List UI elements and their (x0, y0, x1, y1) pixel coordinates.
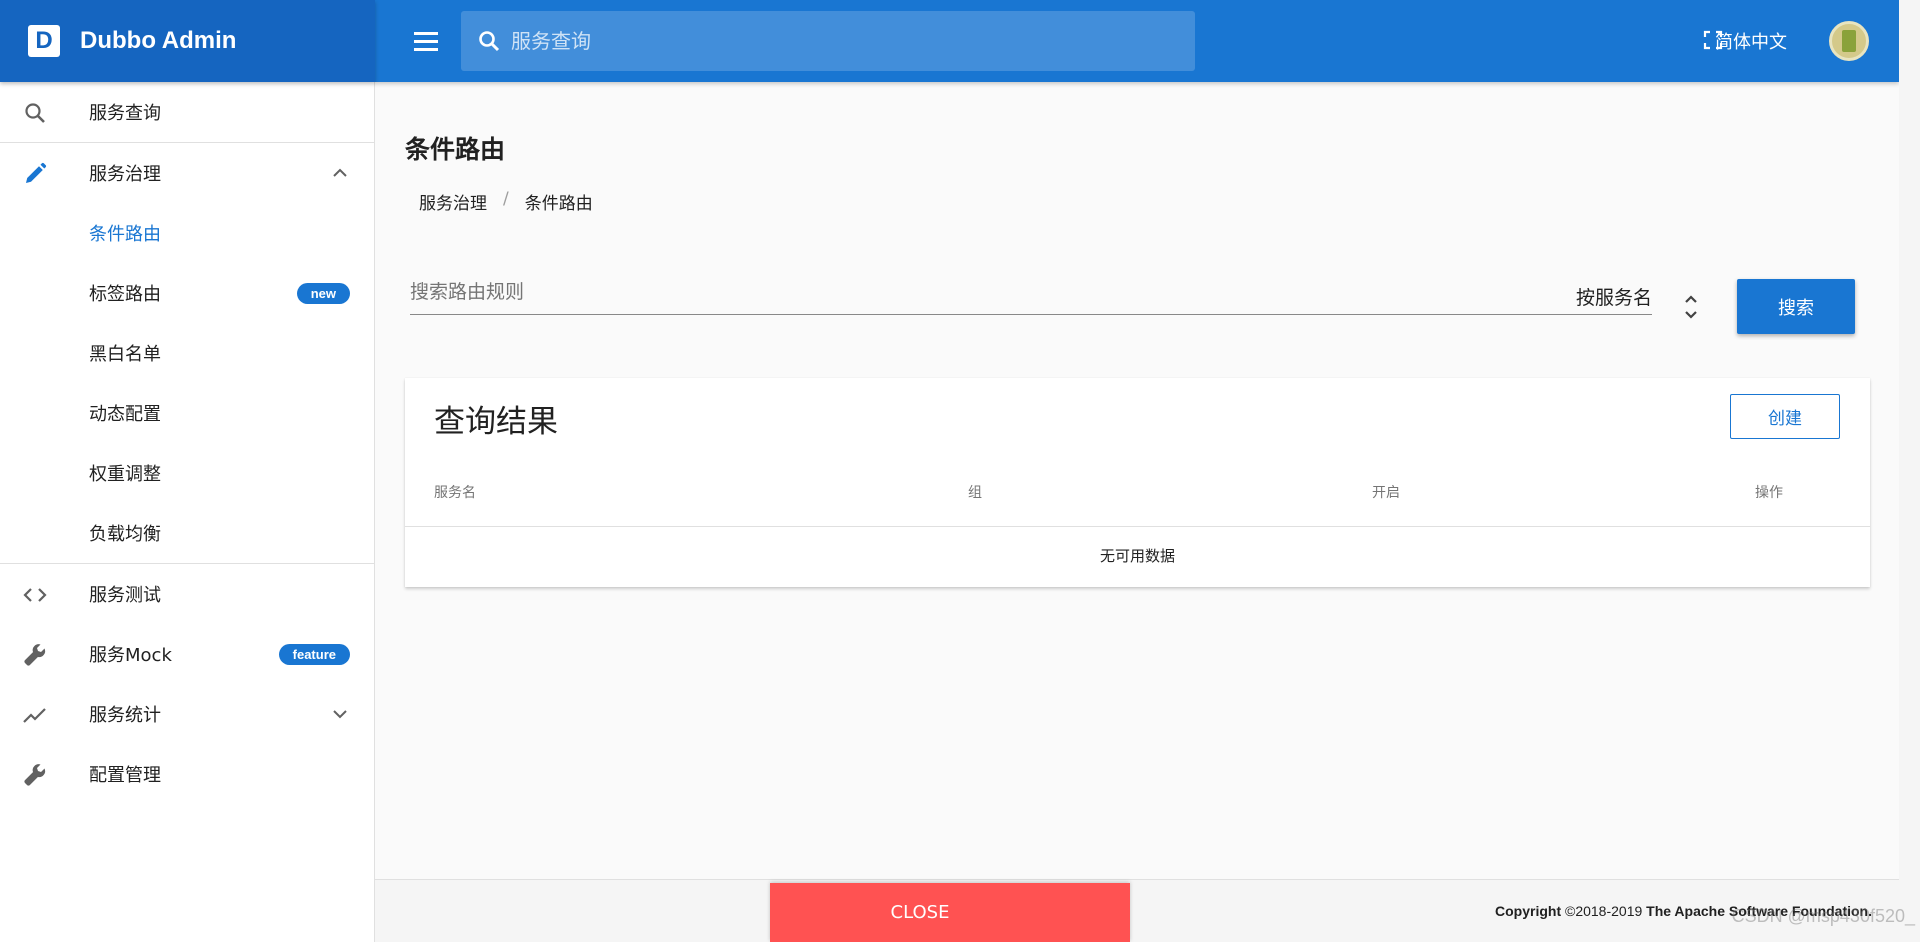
breadcrumb-item-governance[interactable]: 服务治理 (419, 189, 487, 214)
global-search-box[interactable] (461, 11, 1195, 71)
search-icon (479, 31, 500, 52)
sidebar-item-label: 权重调整 (89, 464, 161, 485)
watermark: CSDN @msp430f520_ (1731, 906, 1915, 926)
breadcrumb: 服务治理 / 条件路由 (419, 189, 593, 214)
avatar[interactable] (1829, 21, 1869, 61)
column-header-service-name[interactable]: 服务名 (434, 482, 476, 502)
sidebar-item-label: 服务查询 (89, 103, 161, 124)
sidebar-item-dynamic-config[interactable]: 动态配置 (0, 383, 374, 443)
sidebar-item-weight-adjust[interactable]: 权重调整 (0, 443, 374, 503)
search-icon (25, 103, 45, 123)
column-header-actions: 操作 (1755, 485, 1783, 501)
chevron-down-icon (333, 710, 347, 719)
menu-icon[interactable] (405, 20, 447, 62)
sidebar-item-service-test[interactable]: 服务测试 (0, 564, 374, 624)
search-type-select[interactable]: 按服务名 (1576, 283, 1652, 310)
sidebar-item-service-mock[interactable]: 服务Mock feature (0, 624, 374, 684)
code-icon (23, 588, 47, 602)
chevron-up-icon (333, 168, 347, 177)
pencil-icon (26, 162, 47, 183)
sidebar-item-label: 服务治理 (89, 164, 161, 185)
main-content: 条件路由 服务治理 / 条件路由 按服务名 搜索 查询结果 创建 服务名 组 开… (375, 82, 1899, 879)
new-badge: new (296, 283, 350, 304)
close-button[interactable]: CLOSE (770, 883, 1130, 942)
route-search-input[interactable] (410, 281, 1310, 303)
sidebar-item-access-control[interactable]: 黑白名单 (0, 323, 374, 383)
sidebar-item-label: 服务Mock (89, 645, 172, 666)
sidebar-item-service-query[interactable]: 服务查询 (0, 82, 374, 142)
route-search-field: 按服务名 (410, 277, 1652, 315)
column-header-group[interactable]: 组 (968, 482, 982, 502)
results-card: 查询结果 创建 服务名 组 开启 操作 无可用数据 (405, 378, 1870, 587)
page-scrollbar-gutter (1899, 0, 1920, 942)
search-button[interactable]: 搜索 (1737, 279, 1855, 334)
unfold-icon[interactable] (1683, 292, 1699, 322)
sidebar-item-tag-route[interactable]: 标签路由 new (0, 263, 374, 323)
sidebar-item-label: 服务测试 (89, 585, 161, 606)
global-search-input[interactable] (511, 29, 1151, 53)
language-switch[interactable]: 简体中文 (1715, 28, 1787, 54)
close-button-label: CLOSE (890, 902, 950, 923)
sidebar-item-label: 配置管理 (89, 765, 161, 786)
sidebar-item-service-stats[interactable]: 服务统计 (0, 684, 374, 744)
sidebar-item-label: 条件路由 (89, 224, 161, 245)
sidebar-item-condition-route[interactable]: 条件路由 (0, 203, 374, 263)
top-toolbar: 简体中文 (375, 0, 1899, 82)
copyright-years: ©2018-2019 (1565, 903, 1643, 919)
sidebar-item-label: 动态配置 (89, 404, 161, 425)
breadcrumb-item-current: 条件路由 (524, 194, 593, 214)
footer: Copyright ©2018-2019 The Apache Software… (375, 879, 1899, 942)
brand-header: D Dubbo Admin (0, 0, 375, 82)
sidebar-item-service-governance[interactable]: 服务治理 (0, 143, 374, 203)
page-title: 条件路由 (405, 135, 506, 164)
create-button[interactable]: 创建 (1730, 394, 1840, 439)
trending-icon (23, 708, 46, 723)
empty-state-text: 无可用数据 (1099, 547, 1175, 565)
sidebar-item-config-management[interactable]: 配置管理 (0, 744, 374, 804)
results-title: 查询结果 (434, 404, 558, 440)
feature-badge: feature (278, 644, 350, 665)
dubbo-logo-icon: D (28, 25, 60, 57)
column-header-enabled[interactable]: 开启 (1372, 482, 1400, 502)
sidebar-item-load-balance[interactable]: 负载均衡 (0, 503, 374, 563)
breadcrumb-separator: / (503, 189, 509, 209)
divider (405, 526, 1870, 527)
wrench-icon (24, 764, 46, 786)
app-title: Dubbo Admin (80, 27, 237, 54)
sidebar-item-label: 负载均衡 (89, 524, 161, 545)
copyright-label: Copyright (1495, 903, 1562, 919)
sidebar-item-label: 标签路由 (89, 284, 161, 305)
wrench-icon (24, 644, 46, 666)
sidebar-item-label: 服务统计 (89, 705, 161, 726)
sidebar-item-label: 黑白名单 (89, 344, 161, 365)
sidebar: 服务查询 服务治理 条件路由 标签路由 new 黑白名单 动态配置 权重调整 负… (0, 82, 375, 942)
